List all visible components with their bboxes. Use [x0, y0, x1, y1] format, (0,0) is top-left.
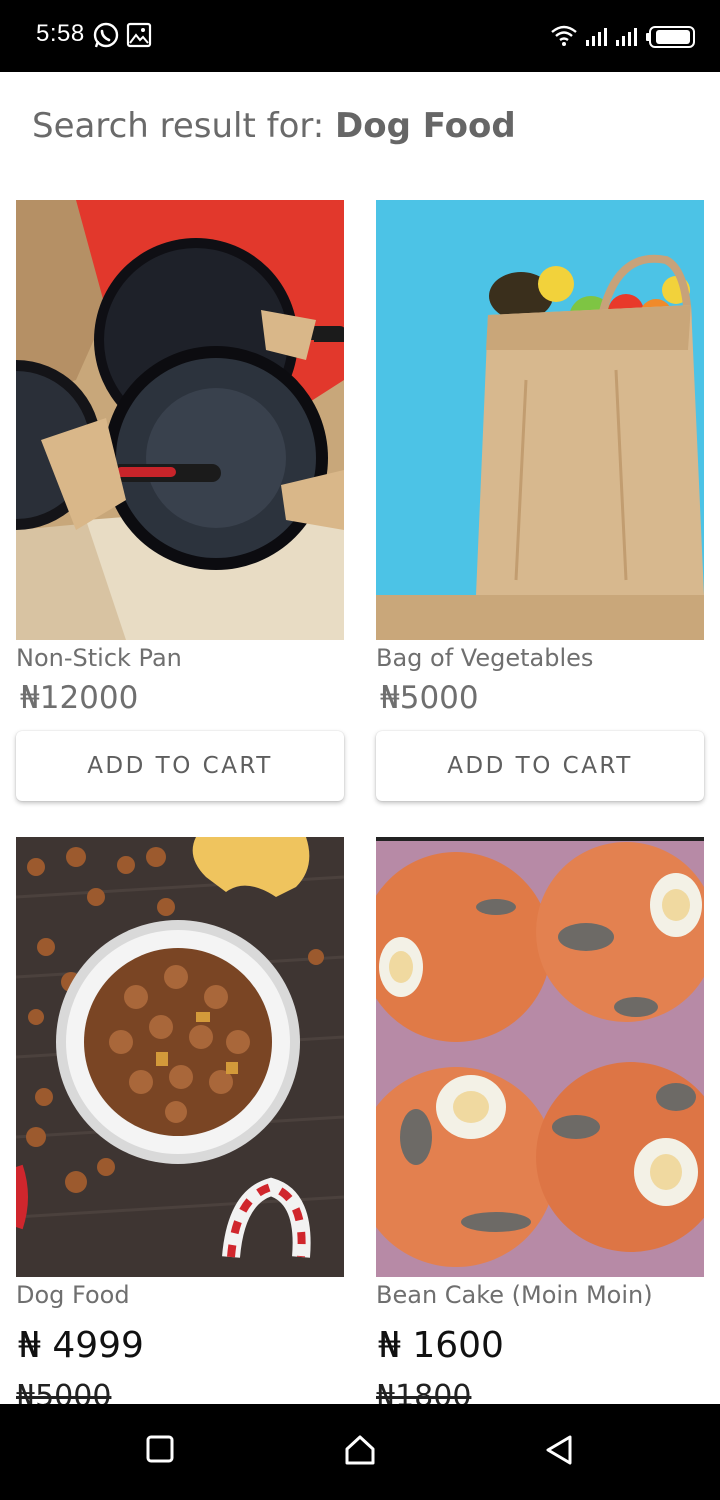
product-image-grocery-bag[interactable] — [376, 200, 704, 640]
product-price: ₦5000 — [380, 680, 479, 716]
signal-icon-2 — [616, 28, 637, 46]
signal-icon — [586, 28, 607, 46]
product-card-dog-food[interactable]: Dog Food ₦ 4999 ₦5000 — [16, 837, 344, 1414]
wifi-icon — [551, 25, 577, 46]
search-prefix: Search result for: — [32, 106, 336, 146]
product-card-bean-cake[interactable]: Bean Cake (Moin Moin) ₦ 1600 ₦1800 — [376, 837, 704, 1414]
battery-icon — [646, 26, 695, 48]
product-name[interactable]: Bean Cake (Moin Moin) — [376, 1281, 653, 1309]
product-card-bag-of-vegetables[interactable]: Bag of Vegetables ₦5000 ADD TO CART — [376, 200, 704, 810]
product-image-frying-pans[interactable] — [16, 200, 344, 640]
whatsapp-icon — [93, 22, 119, 48]
product-price: ₦12000 — [20, 680, 139, 716]
product-discount-price: ₦ 1600 — [378, 1325, 504, 1366]
add-to-cart-button[interactable]: ADD TO CART — [16, 731, 344, 801]
product-name[interactable]: Non-Stick Pan — [16, 644, 182, 672]
status-time: 5:58 — [36, 20, 85, 47]
product-image-dog-food[interactable] — [16, 837, 344, 1277]
system-navigation-bar — [0, 1404, 720, 1500]
product-card-non-stick-pan[interactable]: Non-Stick Pan ₦12000 ADD TO CART — [16, 200, 344, 810]
search-query: Dog Food — [335, 106, 516, 146]
search-result-heading: Search result for: Dog Food — [32, 106, 516, 146]
product-name[interactable]: Bag of Vegetables — [376, 644, 593, 672]
product-image-moin-moin[interactable] — [376, 837, 704, 1277]
gallery-icon — [126, 22, 152, 48]
status-right-icons — [551, 25, 695, 48]
product-name[interactable]: Dog Food — [16, 1281, 130, 1309]
back-triangle-icon[interactable] — [544, 1434, 574, 1466]
product-discount-price: ₦ 4999 — [18, 1325, 144, 1366]
square-recents-icon[interactable] — [146, 1434, 174, 1464]
add-to-cart-button[interactable]: ADD TO CART — [376, 731, 704, 801]
status-bar: 5:58 — [0, 0, 720, 72]
home-icon[interactable] — [344, 1434, 376, 1466]
